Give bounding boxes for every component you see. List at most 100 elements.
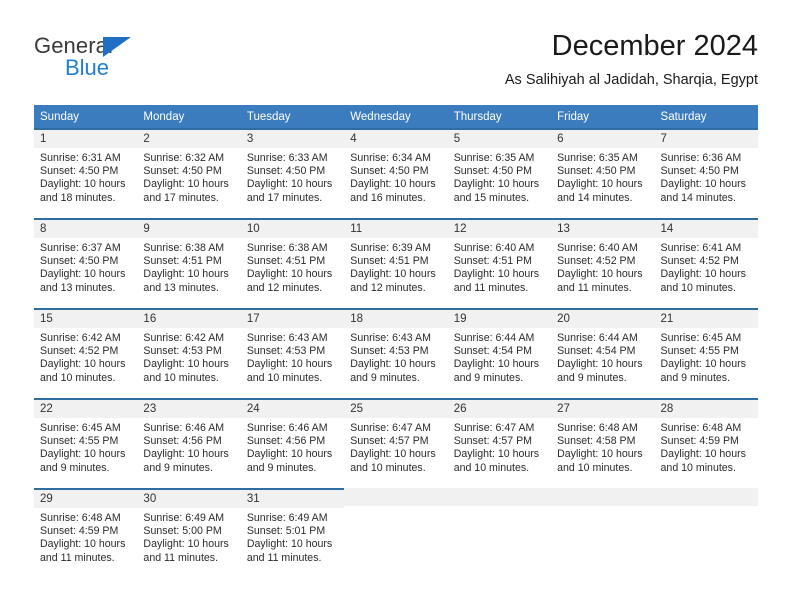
calendar-cell: 20 Sunrise: 6:44 AM Sunset: 4:54 PM Dayligh… xyxy=(551,308,655,398)
calendar-day[interactable]: 27 Sunrise: 6:48 AM Sunset: 4:58 PM Dayligh… xyxy=(551,398,655,488)
sunset-time: Sunset: 4:51 PM xyxy=(246,255,326,268)
day-details: Sunrise: 6:39 AM Sunset: 4:51 PM Daylight:… xyxy=(344,238,447,295)
day-details: Sunrise: 6:46 AM Sunset: 4:56 PM Daylight:… xyxy=(241,418,344,475)
calendar-cell: 7 Sunrise: 6:36 AM Sunset: 4:50 PM Daylight… xyxy=(654,128,758,218)
calendar-day[interactable]: 19 Sunrise: 6:44 AM Sunset: 4:54 PM Dayligh… xyxy=(447,308,552,398)
calendar-cell xyxy=(654,488,758,578)
sunset-time: Sunset: 4:54 PM xyxy=(557,345,636,358)
day-number: 14 xyxy=(654,220,758,238)
calendar-week-row: 8 Sunrise: 6:37 AM Sunset: 4:50 PM Daylight… xyxy=(34,218,758,308)
day-number: 5 xyxy=(447,130,552,148)
calendar-day[interactable]: 7 Sunrise: 6:36 AM Sunset: 4:50 PM Daylight… xyxy=(654,128,758,218)
page-title: December 2024 xyxy=(551,30,758,62)
sunset-time: Sunset: 4:50 PM xyxy=(143,165,222,178)
sunrise-time: Sunrise: 6:46 AM xyxy=(246,422,328,434)
calendar-day[interactable]: 18 Sunrise: 6:43 AM Sunset: 4:53 PM Dayligh… xyxy=(344,308,448,398)
calendar-day[interactable]: 3 Sunrise: 6:33 AM Sunset: 4:50 PM Daylight… xyxy=(240,128,345,218)
day-number: 23 xyxy=(137,400,241,418)
day-details: Sunrise: 6:33 AM Sunset: 4:50 PM Daylight:… xyxy=(241,148,344,205)
calendar-day[interactable]: 10 Sunrise: 6:38 AM Sunset: 4:51 PM Dayligh… xyxy=(240,218,345,308)
day-number xyxy=(654,488,758,506)
daylight-duration-line1: Daylight: 10 hours xyxy=(143,268,229,281)
daylight-duration-line2: and 9 minutes. xyxy=(40,461,110,474)
sunset-time: Sunset: 4:50 PM xyxy=(350,165,429,178)
daylight-duration-line1: Daylight: 10 hours xyxy=(143,448,229,461)
day-number: 9 xyxy=(137,220,241,238)
calendar-day[interactable]: 25 Sunrise: 6:47 AM Sunset: 4:57 PM Dayligh… xyxy=(344,398,448,488)
daylight-duration-line2: and 18 minutes. xyxy=(40,191,116,204)
calendar-day[interactable]: 23 Sunrise: 6:46 AM Sunset: 4:56 PM Dayligh… xyxy=(137,398,241,488)
calendar-cell: 18 Sunrise: 6:43 AM Sunset: 4:53 PM Dayligh… xyxy=(344,308,448,398)
calendar-day[interactable]: 15 Sunrise: 6:42 AM Sunset: 4:52 PM Dayligh… xyxy=(34,308,138,398)
logo-triangle-icon xyxy=(103,37,131,57)
daylight-duration-line2: and 10 minutes. xyxy=(660,461,736,474)
sunrise-time: Sunrise: 6:48 AM xyxy=(660,422,742,434)
day-details: Sunrise: 6:44 AM Sunset: 4:54 PM Daylight:… xyxy=(448,328,551,385)
daylight-duration-line2: and 10 minutes. xyxy=(660,281,736,294)
calendar-day-empty xyxy=(344,488,448,578)
sunset-time: Sunset: 4:52 PM xyxy=(660,255,739,268)
calendar-day[interactable]: 9 Sunrise: 6:38 AM Sunset: 4:51 PM Daylight… xyxy=(137,218,241,308)
calendar-day[interactable]: 5 Sunrise: 6:35 AM Sunset: 4:50 PM Daylight… xyxy=(447,128,552,218)
calendar-day[interactable]: 12 Sunrise: 6:40 AM Sunset: 4:51 PM Dayligh… xyxy=(447,218,552,308)
calendar-day[interactable]: 1 Sunrise: 6:31 AM Sunset: 4:50 PM Daylight… xyxy=(34,128,138,218)
day-number: 6 xyxy=(551,130,655,148)
calendar-day[interactable]: 17 Sunrise: 6:43 AM Sunset: 4:53 PM Dayligh… xyxy=(240,308,345,398)
calendar-day[interactable]: 30 Sunrise: 6:49 AM Sunset: 5:00 PM Dayligh… xyxy=(137,488,241,578)
calendar-day[interactable]: 26 Sunrise: 6:47 AM Sunset: 4:57 PM Dayligh… xyxy=(447,398,552,488)
calendar-day[interactable]: 2 Sunrise: 6:32 AM Sunset: 4:50 PM Daylight… xyxy=(137,128,241,218)
calendar-day[interactable]: 28 Sunrise: 6:48 AM Sunset: 4:59 PM Dayligh… xyxy=(654,398,758,488)
weekday-header-friday: Friday xyxy=(551,105,655,128)
calendar-day[interactable]: 31 Sunrise: 6:49 AM Sunset: 5:01 PM Dayligh… xyxy=(240,488,345,578)
day-details: Sunrise: 6:46 AM Sunset: 4:56 PM Daylight:… xyxy=(137,418,240,475)
calendar-day[interactable]: 16 Sunrise: 6:42 AM Sunset: 4:53 PM Dayligh… xyxy=(137,308,241,398)
sunset-time: Sunset: 4:50 PM xyxy=(453,165,533,178)
daylight-duration-line1: Daylight: 10 hours xyxy=(660,268,746,281)
weekday-header-sunday: Sunday xyxy=(34,105,138,128)
day-number: 19 xyxy=(447,310,552,328)
day-details: Sunrise: 6:38 AM Sunset: 4:51 PM Daylight:… xyxy=(241,238,344,295)
day-details: Sunrise: 6:35 AM Sunset: 4:50 PM Daylight:… xyxy=(551,148,654,205)
day-number: 18 xyxy=(344,310,448,328)
calendar-day[interactable]: 11 Sunrise: 6:39 AM Sunset: 4:51 PM Dayligh… xyxy=(344,218,448,308)
day-details: Sunrise: 6:40 AM Sunset: 4:51 PM Daylight:… xyxy=(448,238,551,295)
sunrise-time: Sunrise: 6:32 AM xyxy=(143,152,225,164)
calendar-cell: 30 Sunrise: 6:49 AM Sunset: 5:00 PM Dayligh… xyxy=(137,488,241,578)
calendar-cell: 27 Sunrise: 6:48 AM Sunset: 4:58 PM Dayligh… xyxy=(551,398,655,488)
daylight-duration-line2: and 15 minutes. xyxy=(453,191,530,204)
sunset-time: Sunset: 4:52 PM xyxy=(40,345,119,358)
calendar-day[interactable]: 6 Sunrise: 6:35 AM Sunset: 4:50 PM Daylight… xyxy=(551,128,655,218)
daylight-duration-line1: Daylight: 10 hours xyxy=(453,268,540,281)
calendar-cell: 21 Sunrise: 6:45 AM Sunset: 4:55 PM Dayligh… xyxy=(654,308,758,398)
calendar-day[interactable]: 14 Sunrise: 6:41 AM Sunset: 4:52 PM Dayligh… xyxy=(654,218,758,308)
title-block: December 2024 As Salihiyah al Jadidah, S… xyxy=(505,28,758,90)
day-details: Sunrise: 6:45 AM Sunset: 4:55 PM Daylight:… xyxy=(655,328,758,385)
sunrise-time: Sunrise: 6:48 AM xyxy=(557,422,638,434)
calendar-day[interactable]: 8 Sunrise: 6:37 AM Sunset: 4:50 PM Daylight… xyxy=(34,218,138,308)
calendar-cell xyxy=(344,488,448,578)
calendar-day[interactable]: 24 Sunrise: 6:46 AM Sunset: 4:56 PM Dayligh… xyxy=(240,398,345,488)
daylight-duration-line2: and 10 minutes. xyxy=(143,371,219,384)
calendar-cell: 12 Sunrise: 6:40 AM Sunset: 4:51 PM Dayligh… xyxy=(447,218,552,308)
calendar-day[interactable]: 13 Sunrise: 6:40 AM Sunset: 4:52 PM Dayligh… xyxy=(551,218,655,308)
daylight-duration-line2: and 13 minutes. xyxy=(40,281,116,294)
calendar-day[interactable]: 21 Sunrise: 6:45 AM Sunset: 4:55 PM Dayligh… xyxy=(654,308,758,398)
calendar-day[interactable]: 20 Sunrise: 6:44 AM Sunset: 4:54 PM Dayligh… xyxy=(551,308,655,398)
sunset-time: Sunset: 4:50 PM xyxy=(246,165,326,178)
day-details: Sunrise: 6:42 AM Sunset: 4:52 PM Daylight:… xyxy=(34,328,137,385)
sunset-time: Sunset: 4:58 PM xyxy=(557,435,636,448)
sunrise-time: Sunrise: 6:46 AM xyxy=(143,422,225,434)
daylight-duration-line1: Daylight: 10 hours xyxy=(143,358,229,371)
day-number: 13 xyxy=(551,220,655,238)
sunset-time: Sunset: 4:56 PM xyxy=(143,435,222,448)
day-number: 29 xyxy=(34,490,138,508)
sunrise-time: Sunrise: 6:38 AM xyxy=(246,242,328,254)
daylight-duration-line1: Daylight: 10 hours xyxy=(246,268,333,281)
calendar-day[interactable]: 22 Sunrise: 6:45 AM Sunset: 4:55 PM Dayligh… xyxy=(34,398,138,488)
sunrise-time: Sunrise: 6:43 AM xyxy=(246,332,328,344)
daylight-duration-line2: and 10 minutes. xyxy=(557,461,633,474)
calendar-day[interactable]: 29 Sunrise: 6:48 AM Sunset: 4:59 PM Dayligh… xyxy=(34,488,138,578)
daylight-duration-line2: and 12 minutes. xyxy=(246,281,323,294)
day-details: Sunrise: 6:43 AM Sunset: 4:53 PM Daylight:… xyxy=(241,328,344,385)
calendar-day[interactable]: 4 Sunrise: 6:34 AM Sunset: 4:50 PM Daylight… xyxy=(344,128,448,218)
